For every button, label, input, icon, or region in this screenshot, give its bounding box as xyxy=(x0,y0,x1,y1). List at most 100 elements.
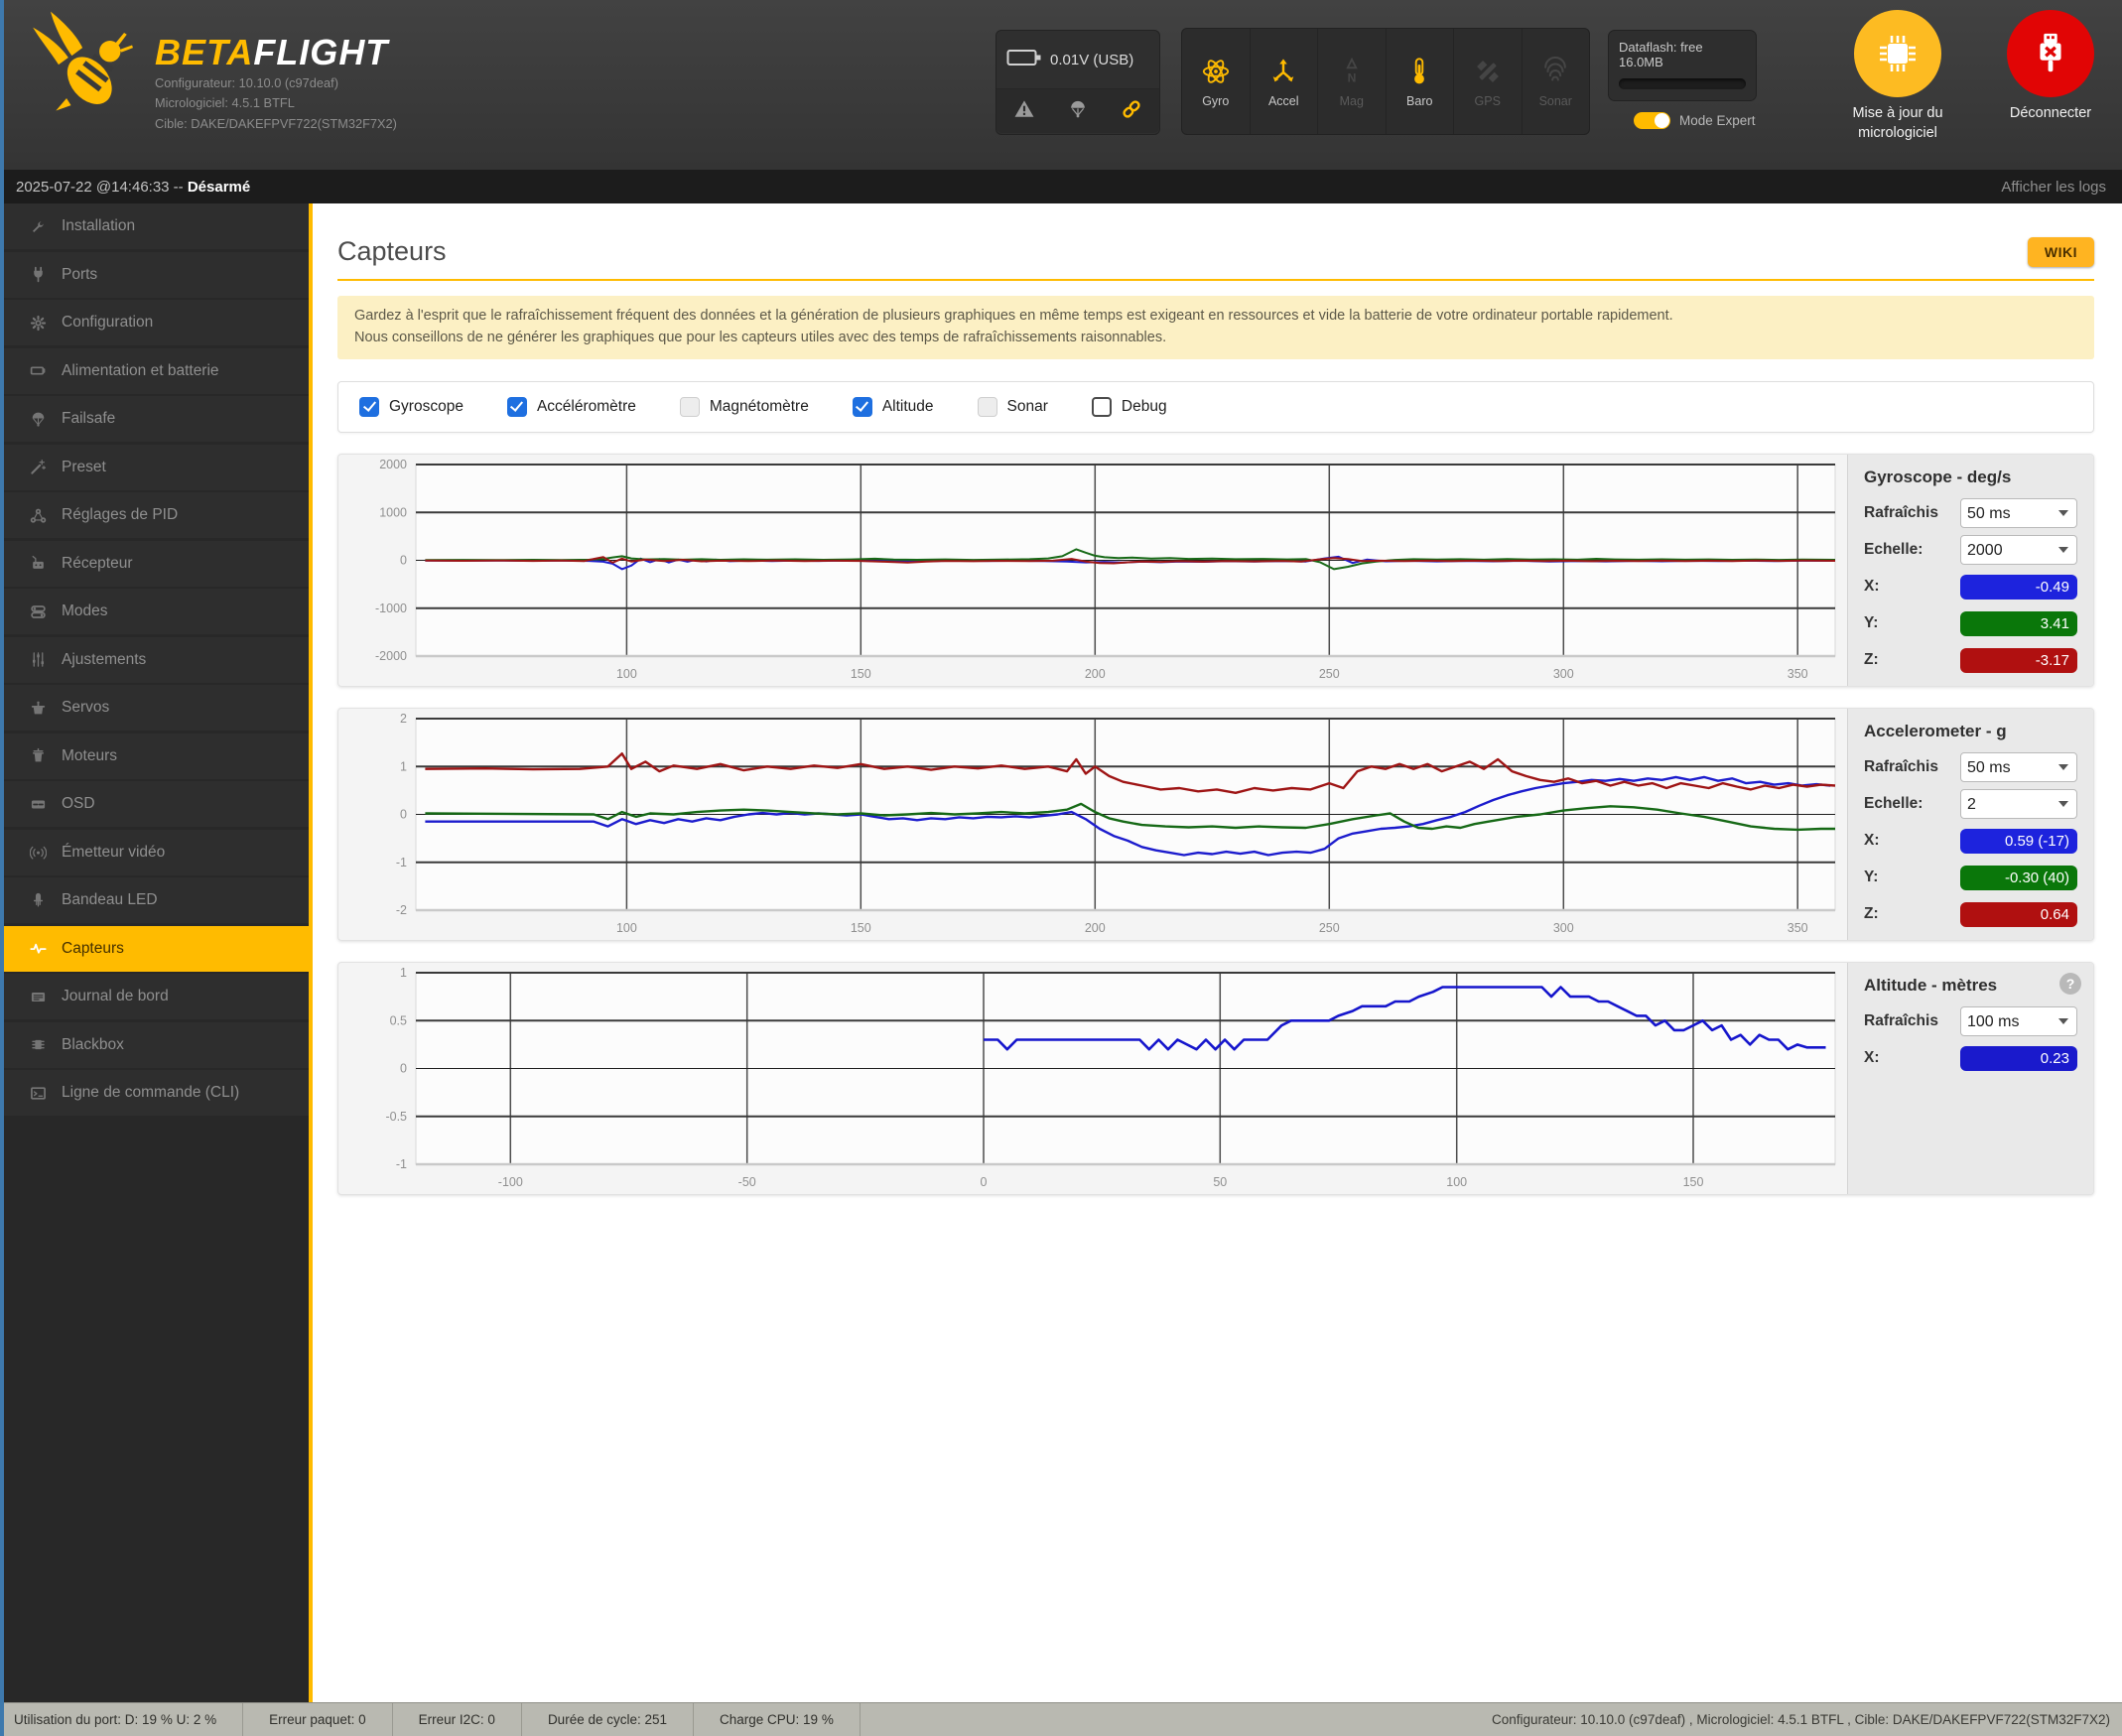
chart-svg: 100 150 200 250 300 350 2 1 0 -1 -2 xyxy=(396,712,1836,935)
graph-toggle-label: Debug xyxy=(1121,397,1167,415)
graph-toggle-label: Magnétomètre xyxy=(709,397,809,415)
refresh-select[interactable]: 50 ms xyxy=(1960,498,2077,528)
svg-text:0: 0 xyxy=(400,553,407,567)
osd-icon xyxy=(30,796,62,813)
cli-icon xyxy=(30,1085,62,1102)
sidebar-item-r-cepteur[interactable]: Récepteur xyxy=(0,540,309,587)
statusbar-version-info: Configurateur: 10.10.0 (c97deaf) , Micro… xyxy=(1491,1712,2110,1727)
sonar-icon xyxy=(1540,56,1570,87)
sidebar-item-osd[interactable]: OSD xyxy=(0,781,309,827)
chart-svg: 100 150 200 250 300 350 2000 1000 0 -1000 -2000 xyxy=(375,458,1836,681)
scale-label: Echelle: xyxy=(1864,795,1923,812)
checkbox-disabled[interactable] xyxy=(679,396,700,417)
statusbar-cell: Utilisation du port: D: 19 % U: 2 % xyxy=(0,1703,244,1736)
svg-text:-1000: -1000 xyxy=(375,601,407,614)
sensor-indicator-gyro: Gyro xyxy=(1182,29,1251,134)
parachute-icon xyxy=(30,411,62,428)
firmware-flasher-button[interactable]: Mise à jour du micrologiciel xyxy=(1818,10,1977,143)
graph-toggle-debug[interactable]: Debug xyxy=(1091,396,1167,417)
svg-text:250: 250 xyxy=(1319,921,1340,935)
svg-text:-50: -50 xyxy=(738,1175,756,1189)
sidebar-item-label: Installation xyxy=(62,217,136,234)
svg-text:350: 350 xyxy=(1788,667,1808,681)
sidebar-item-servos[interactable]: Servos xyxy=(0,685,309,731)
sidebar-item-alimentation-et-batterie[interactable]: Alimentation et batterie xyxy=(0,347,309,394)
scale-select[interactable]: 2000 xyxy=(1960,535,2077,565)
axis-value-badge: -0.49 xyxy=(1960,574,2077,600)
sensor-label: Accel xyxy=(1267,93,1299,108)
svg-text:100: 100 xyxy=(616,921,637,935)
sidebar-item-journal-de-bord[interactable]: Journal de bord xyxy=(0,974,309,1019)
note-line: Gardez à l'esprit que le rafraîchissemen… xyxy=(354,308,1673,324)
refresh-select[interactable]: 50 ms xyxy=(1960,752,2077,782)
page-title: Capteurs xyxy=(337,236,447,266)
disconnect-button[interactable]: Déconnecter xyxy=(1971,10,2122,124)
modes-icon xyxy=(30,603,62,620)
graph-toggle-acc-l-rom-tre[interactable]: Accéléromètre xyxy=(506,396,636,417)
configurator-version: Configurateur: 10.10.0 (c97deaf) xyxy=(155,75,338,90)
sidebar-item-ligne-de-commande-cli-[interactable]: Ligne de commande (CLI) xyxy=(0,1070,309,1116)
sidebar-item-ajustements[interactable]: Ajustements xyxy=(0,636,309,683)
svg-text:300: 300 xyxy=(1553,667,1574,681)
svg-text:-1: -1 xyxy=(396,855,407,868)
checkbox-checked[interactable] xyxy=(359,396,379,417)
graph-toggle-gyroscope[interactable]: Gyroscope xyxy=(359,396,464,417)
sidebar-item-blackbox[interactable]: Blackbox xyxy=(0,1021,309,1068)
firmware-version: Micrologiciel: 4.5.1 BTFL xyxy=(155,95,295,111)
app-title: BETAFLIGHT xyxy=(155,32,389,72)
sidebar-item-label: Alimentation et batterie xyxy=(62,361,219,379)
refresh-label: Rafraîchis xyxy=(1864,504,1938,521)
axis-label: X: xyxy=(1864,578,1880,595)
checkbox-checked[interactable] xyxy=(506,396,527,417)
sidebar-item-bandeau-led[interactable]: Bandeau LED xyxy=(0,877,309,923)
sidebar-item-moteurs[interactable]: Moteurs xyxy=(0,733,309,779)
scale-select[interactable]: 2 xyxy=(1960,789,2077,819)
chart-block-gyroscope: 100 150 200 250 300 350 2000 1000 0 -1000 -2000 Gyr… xyxy=(337,453,2094,687)
graph-toggle-magn-tom-tre[interactable]: Magnétomètre xyxy=(679,396,809,417)
axis-value-badge: -3.17 xyxy=(1960,647,2077,673)
expert-mode: Mode Expert xyxy=(1634,112,1756,129)
pid-icon xyxy=(30,507,62,524)
sensor-indicator-gps: GPS xyxy=(1454,29,1523,134)
checkbox-checked[interactable] xyxy=(852,396,872,417)
sidebar-item-ports[interactable]: Ports xyxy=(0,251,309,298)
axis-value-badge: 0.59 (-17) xyxy=(1960,828,2077,854)
refresh-select[interactable]: 100 ms xyxy=(1960,1006,2077,1036)
warning-icon xyxy=(1013,98,1035,125)
page-header: Capteurs WIKI xyxy=(337,236,2094,281)
sidebar-item-failsafe[interactable]: Failsafe xyxy=(0,396,309,442)
expert-mode-toggle[interactable] xyxy=(1634,112,1670,129)
sensor-indicator-mag: N Mag xyxy=(1318,29,1387,134)
sensor-label: GPS xyxy=(1474,93,1501,108)
parachute-icon xyxy=(1068,99,1088,124)
link-icon[interactable] xyxy=(1121,98,1142,125)
graph-toggle-sonar[interactable]: Sonar xyxy=(977,396,1048,417)
svg-text:250: 250 xyxy=(1319,667,1340,681)
sidebar-item-preset[interactable]: Preset xyxy=(0,444,309,490)
checkbox-disabled[interactable] xyxy=(977,396,997,417)
checkbox-unchecked[interactable] xyxy=(1091,396,1112,417)
graph-toggle-altitude[interactable]: Altitude xyxy=(852,396,934,417)
svg-text:100: 100 xyxy=(1446,1175,1467,1189)
baro-icon xyxy=(1404,56,1434,87)
status-timestamp: 2025-07-22 @14:46:33 -- xyxy=(16,178,184,196)
sidebar-item-r-glages-de-pid[interactable]: Réglages de PID xyxy=(0,492,309,538)
sensor-label: Baro xyxy=(1406,93,1433,108)
chart-area-accelerometer: 100 150 200 250 300 350 2 1 0 -1 -2 xyxy=(338,709,1847,940)
svg-text:0: 0 xyxy=(981,1175,988,1189)
svg-text:-2: -2 xyxy=(396,903,407,917)
sidebar-item-capteurs[interactable]: Capteurs xyxy=(0,925,309,972)
sidebar-item--metteur-vid-o[interactable]: Émetteur vidéo xyxy=(0,829,309,875)
help-icon[interactable]: ? xyxy=(2059,972,2081,995)
plug-icon xyxy=(30,266,62,283)
sidebar-item-modes[interactable]: Modes xyxy=(0,589,309,634)
sidebar-item-label: Failsafe xyxy=(62,410,116,427)
wiki-button[interactable]: WIKI xyxy=(2027,237,2094,267)
sensor-indicator-sonar: Sonar xyxy=(1523,29,1590,134)
sidebar-item-configuration[interactable]: Configuration xyxy=(0,300,309,345)
note-box: Gardez à l'esprit que le rafraîchissemen… xyxy=(337,296,2094,359)
show-logs-link[interactable]: Afficher les logs xyxy=(2001,179,2106,196)
sidebar-item-installation[interactable]: Installation xyxy=(0,203,309,249)
chart-title: Gyroscope - deg/s xyxy=(1864,467,2012,486)
note-line: Nous conseillons de ne générer les graph… xyxy=(354,329,1167,345)
